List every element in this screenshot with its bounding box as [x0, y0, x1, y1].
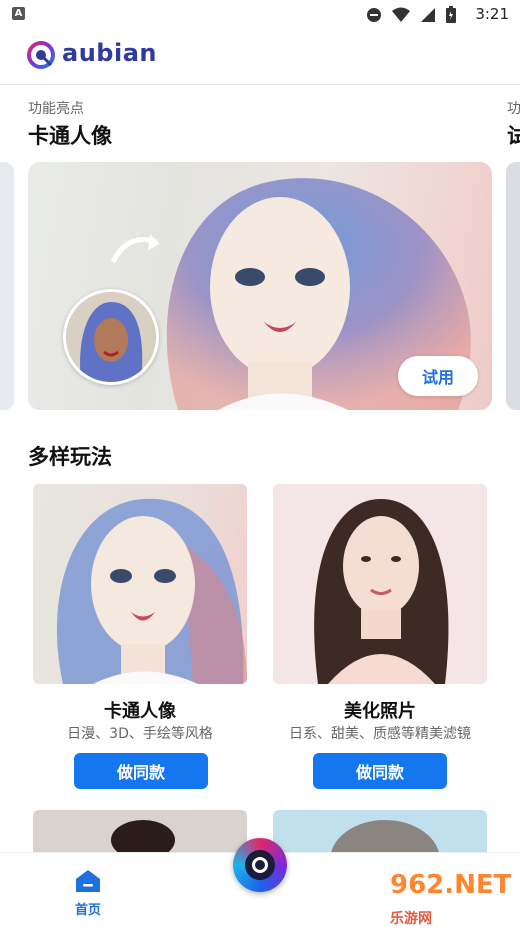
highlights-subtitle: 功能亮点: [28, 101, 84, 117]
portrait-photo-icon: [66, 292, 156, 382]
portrait-photo-illustration: [273, 484, 487, 684]
battery-icon: [446, 6, 456, 23]
card-title: 卡通人像: [104, 701, 176, 722]
nav-home[interactable]: 首页: [66, 869, 110, 918]
site-watermark: 962.NET 乐游网: [390, 870, 512, 927]
wifi-icon: [392, 7, 410, 22]
nav-home-label: 首页: [74, 903, 101, 918]
dnd-icon: [367, 7, 381, 22]
brand-name: aubian: [62, 39, 157, 67]
cartoon-card-image[interactable]: [33, 484, 247, 684]
cartoon-portrait-illustration: [56, 498, 247, 684]
card-description: 日系、甜美、质感等精美滤镜: [289, 726, 471, 742]
next-highlight-subtitle: 功: [507, 101, 520, 117]
aubian-logo-icon: [27, 41, 55, 69]
status-time: 3:21: [475, 5, 509, 23]
next-highlight-card[interactable]: [506, 162, 520, 410]
home-icon: [76, 870, 100, 892]
beautify-card-image[interactable]: [273, 484, 487, 684]
prev-highlight-card[interactable]: [0, 162, 14, 410]
make-same-button[interactable]: 做同款: [313, 753, 447, 789]
make-same-button[interactable]: 做同款: [74, 753, 208, 789]
status-icons: [366, 6, 456, 23]
highlights-title: 卡通人像: [28, 124, 112, 148]
try-button[interactable]: 试用: [398, 356, 478, 396]
card-description: 日漫、3D、手绘等风格: [67, 726, 213, 742]
status-bar: A 3:21: [0, 0, 520, 30]
next-highlight-title: 试: [507, 124, 520, 148]
original-photo-thumbnail: [63, 289, 159, 385]
notification-badge: A: [12, 7, 25, 20]
section-title: 多样玩法: [28, 445, 112, 469]
app-header: aubian: [0, 30, 520, 85]
signal-icon: [421, 7, 435, 22]
lens-icon: [245, 850, 275, 880]
card-title: 美化照片: [344, 701, 416, 722]
camera-center-button[interactable]: [233, 838, 287, 892]
